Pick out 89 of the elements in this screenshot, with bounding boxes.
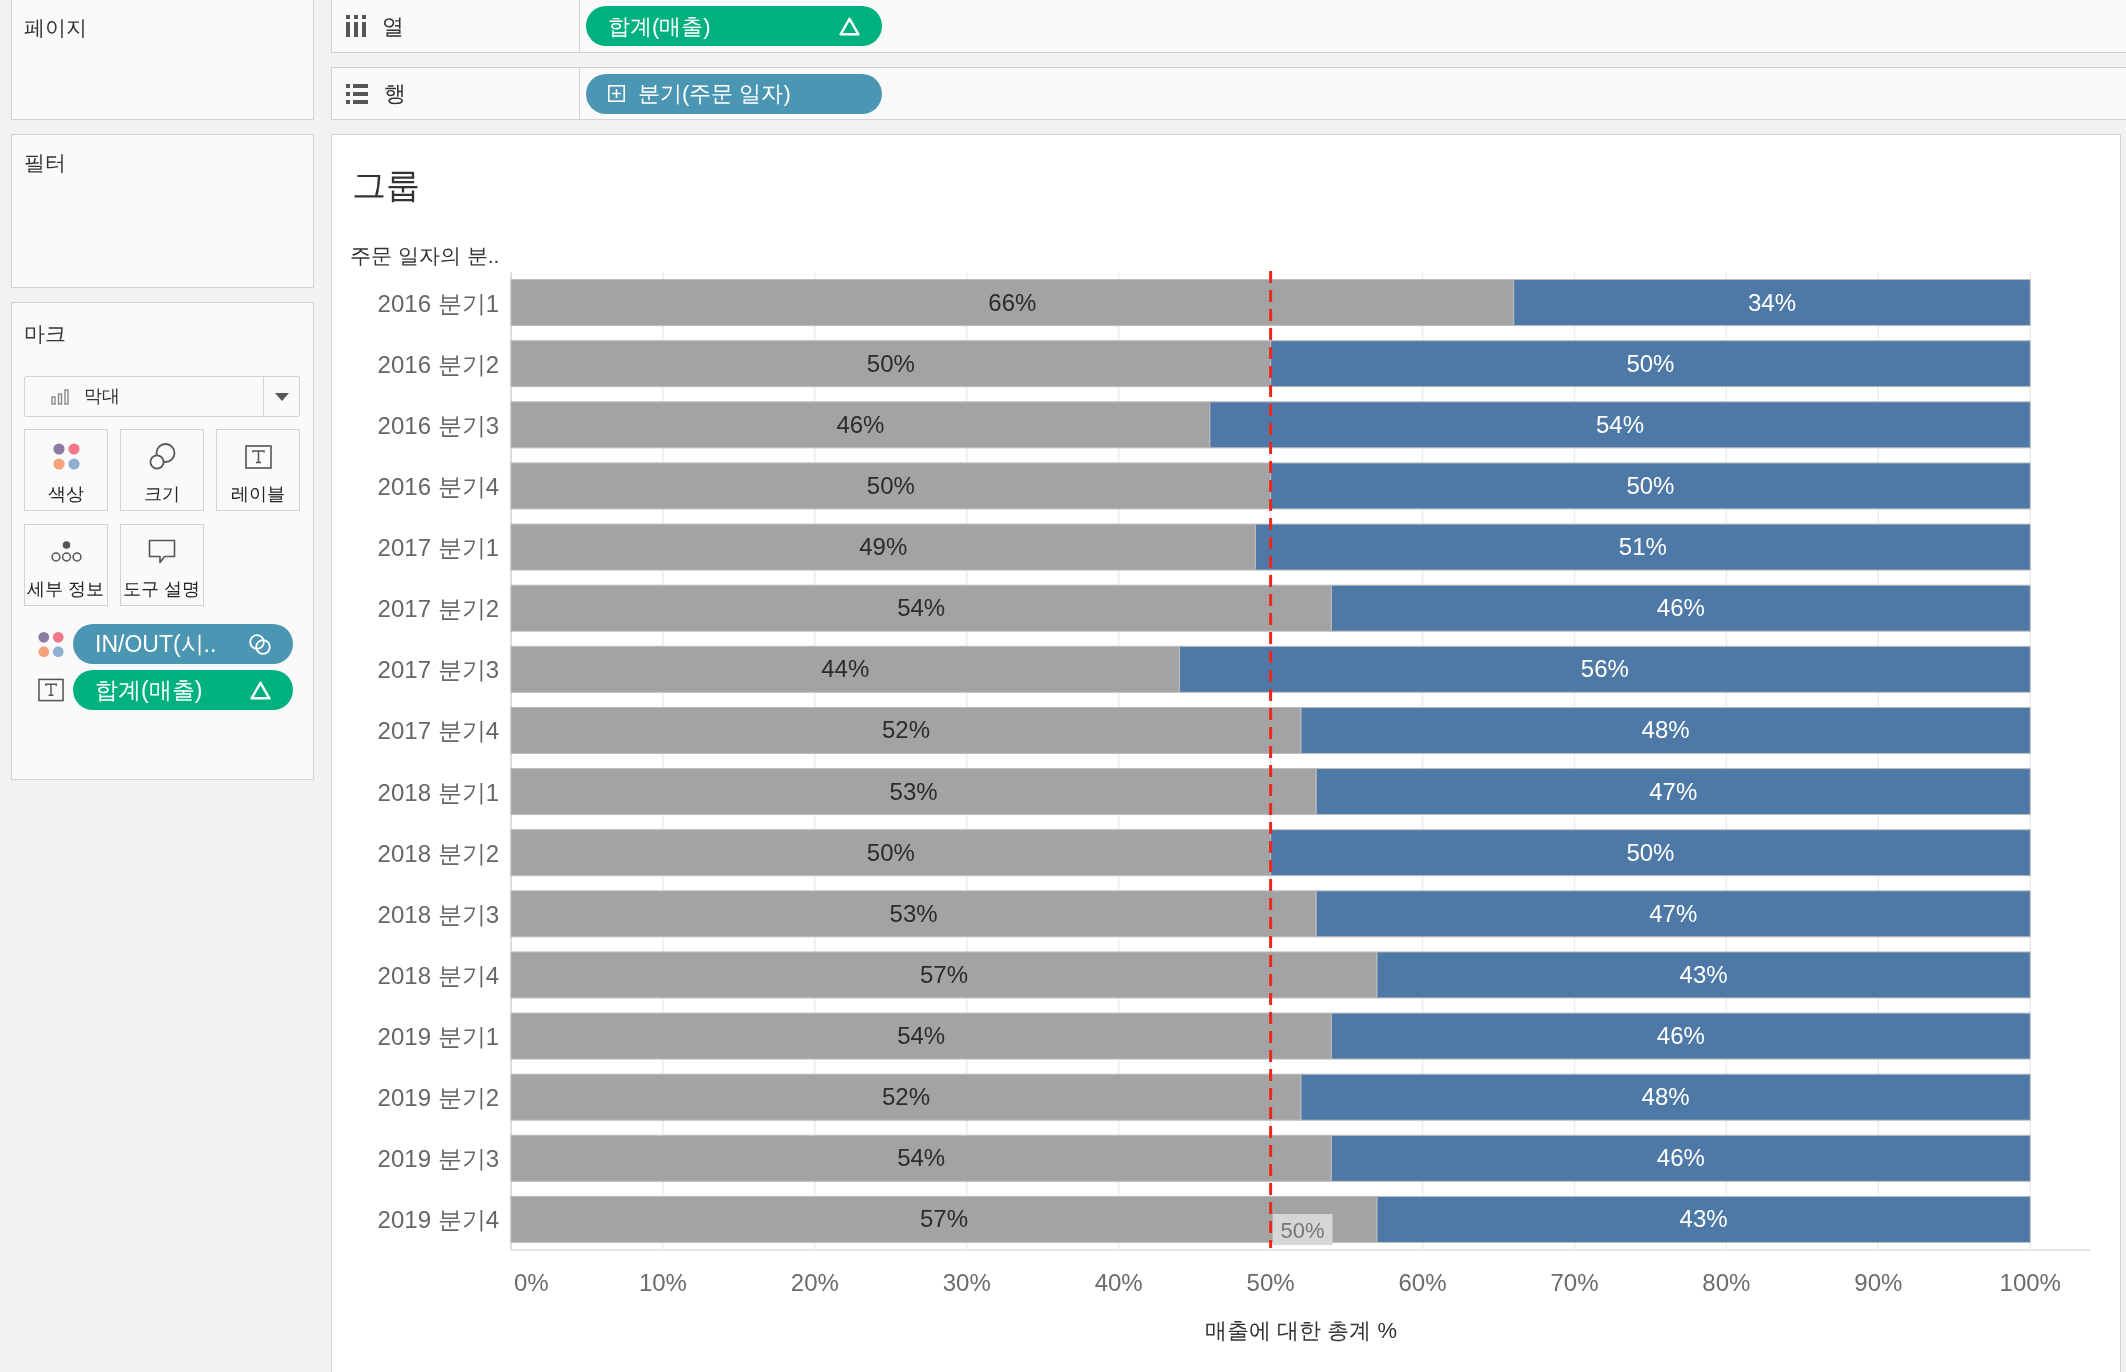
axis-tick-label: 70%	[1550, 1269, 1599, 1296]
axis-tick-label: 80%	[1702, 1269, 1751, 1296]
bar-value-label: 43%	[1679, 1205, 1728, 1233]
bar-chart-icon	[51, 388, 69, 405]
chart-title: 그룹	[352, 165, 420, 205]
panel-title: 페이지	[24, 15, 87, 41]
axis-tick-label: 50%	[1246, 1269, 1295, 1296]
axis-tick-label: 30%	[942, 1269, 991, 1296]
row-label: 2016 분기2	[377, 350, 499, 378]
axis-tick-label: 90%	[1854, 1269, 1903, 1296]
bar-value-label: 54%	[897, 1022, 946, 1050]
row-label: 2016 분기3	[377, 411, 499, 439]
bar-value-label: 46%	[1656, 594, 1705, 622]
bar-value-label: 57%	[919, 1205, 968, 1233]
color-dots-icon	[38, 630, 64, 658]
caret-icon	[274, 392, 289, 401]
bar-value-label: 52%	[882, 1083, 930, 1111]
bar-value-label: 51%	[1618, 533, 1667, 561]
row-label: 2017 분기1	[377, 534, 499, 562]
bar-value-label: 48%	[1641, 1083, 1690, 1111]
row-label: 2018 분기4	[377, 961, 499, 989]
axis-tick-label: 40%	[1094, 1269, 1143, 1296]
color-dots-icon	[52, 443, 80, 470]
bar-value-label: 50%	[866, 838, 915, 866]
bar-value-label: 53%	[889, 777, 938, 805]
bar-value-label: 54%	[897, 1144, 946, 1172]
bar-value-label: 34%	[1747, 288, 1796, 316]
bar-value-label: 66%	[988, 288, 1037, 316]
row-label: 2016 분기4	[377, 472, 499, 500]
row-label: 2018 분기1	[377, 778, 499, 806]
axis-title: 매출에 대한 총계 %	[1205, 1318, 1397, 1343]
panel-title: 필터	[24, 150, 66, 176]
bar-value-label: 57%	[919, 960, 968, 988]
row-label: 2018 분기3	[377, 900, 499, 928]
axis-tick-label: 0%	[514, 1269, 549, 1296]
bar-value-label: 46%	[1656, 1144, 1705, 1172]
axis-tick-label: 20%	[790, 1269, 839, 1296]
row-label: 2016 분기1	[377, 289, 499, 317]
shelf-label: 행	[384, 80, 406, 108]
mark-property-button[interactable]: 세부 정보	[24, 524, 108, 606]
row-label: 2019 분기2	[377, 1084, 499, 1112]
bar-value-label: 47%	[1649, 899, 1698, 927]
bar-value-label: 43%	[1679, 960, 1728, 988]
bar-value-label: 50%	[1626, 349, 1675, 377]
mark-property-button[interactable]: 레이블	[216, 429, 300, 511]
row-label: 2018 분기2	[377, 839, 499, 867]
row-label: 2019 분기4	[377, 1206, 499, 1234]
reference-line-label: 50%	[1280, 1218, 1325, 1243]
bar-value-label: 46%	[836, 410, 885, 438]
bar-value-label: 50%	[1626, 838, 1675, 866]
row-label: 2019 분기1	[377, 1023, 499, 1051]
bar-value-label: 46%	[1656, 1022, 1705, 1050]
bar-value-label: 54%	[1596, 410, 1645, 438]
row-label: 2017 분기4	[377, 717, 499, 745]
speech-bubble-icon	[148, 538, 176, 565]
bar-value-label: 52%	[882, 716, 930, 744]
plus-box-icon	[608, 85, 625, 102]
axis-title: 주문 일자의 분..	[350, 244, 500, 267]
list-icon	[346, 83, 368, 104]
linked-circles-icon	[249, 633, 271, 655]
mark-property-button[interactable]: 크기	[120, 429, 204, 511]
bar-value-label: 50%	[866, 471, 915, 499]
mark-property-button[interactable]: 색상	[24, 429, 108, 511]
bar-value-label: 44%	[821, 655, 870, 683]
triangle-icon	[839, 16, 860, 36]
axis-tick-label: 100%	[1999, 1269, 2061, 1296]
text-box-icon	[244, 444, 272, 469]
row-label: 2019 분기3	[377, 1145, 499, 1173]
axis-tick-label: 10%	[638, 1269, 687, 1296]
mark-type-dropdown[interactable]: 막대	[24, 376, 300, 417]
dots-icon	[50, 541, 82, 562]
overlapping-circles-icon	[148, 443, 176, 470]
bar-value-label: 50%	[866, 349, 915, 377]
columns-icon	[346, 15, 366, 37]
shelf-label: 열	[382, 12, 404, 41]
row-label: 2017 분기3	[377, 656, 499, 684]
triangle-icon	[250, 680, 271, 700]
bar-value-label: 50%	[1626, 471, 1675, 499]
bar-value-label: 47%	[1649, 777, 1698, 805]
bar-value-label: 56%	[1580, 655, 1629, 683]
bar-value-label: 48%	[1641, 716, 1690, 744]
bar-value-label: 54%	[897, 594, 946, 622]
mark-property-button[interactable]: 도구 설명	[120, 524, 204, 606]
bar-value-label: 49%	[859, 533, 908, 561]
panel-title: 마크	[24, 321, 66, 347]
text-box-icon	[38, 678, 64, 702]
axis-tick-label: 60%	[1398, 1269, 1447, 1296]
row-label: 2017 분기2	[377, 595, 499, 623]
bar-value-label: 53%	[889, 899, 938, 927]
